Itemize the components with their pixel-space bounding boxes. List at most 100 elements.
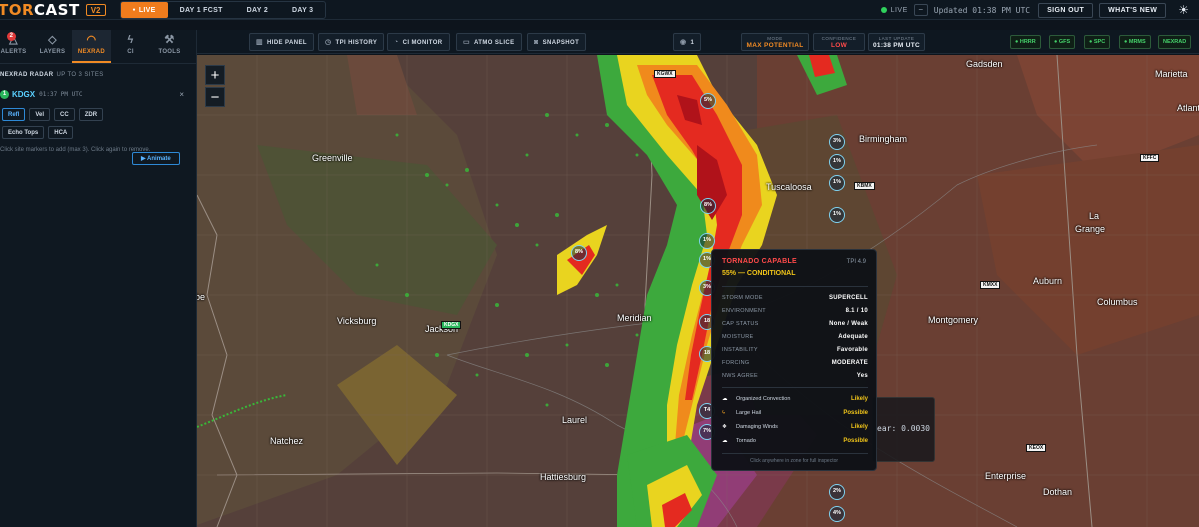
sidebar-tab-tools[interactable]: ⚒ TOOLS <box>150 30 189 63</box>
radar-site-marker[interactable]: KBMX <box>854 182 875 190</box>
sidebar-tab-ci[interactable]: ϟ CI <box>111 30 150 63</box>
radar-site-marker[interactable]: KMXX <box>980 281 1001 289</box>
radar-site-marker[interactable]: KEOX <box>1026 444 1047 452</box>
monitor-icon: ▭ <box>463 39 471 46</box>
popup-footer-hint: Click anywhere in zone for full inspecto… <box>749 458 839 464</box>
source-hrrr-button[interactable]: ● HRRR <box>1010 35 1041 49</box>
factor-organized-convection: ☁ Organized Convection Likely <box>722 396 868 402</box>
popup-row-forcing: FORCING MODERATE <box>722 360 868 366</box>
tpi-marker[interactable]: 8% <box>700 198 716 214</box>
tpi-marker[interactable]: 5% <box>700 93 716 109</box>
popup-title: TORNADO CAPABLE <box>722 258 798 265</box>
hide-panel-button[interactable]: ▥ HIDE PANEL <box>249 33 314 51</box>
sign-out-button[interactable]: SIGN OUT <box>1038 2 1094 18</box>
tpi-marker[interactable]: 3% <box>829 134 845 150</box>
version-badge: V2 <box>85 3 106 16</box>
remove-site-button[interactable]: × <box>179 90 184 99</box>
popup-row-moisture: MOISTURE Adequate <box>722 334 868 340</box>
updated-timestamp: Updated 01:38 PM UTC <box>933 5 1031 15</box>
ci-monitor-button[interactable]: ◔ CI MONITOR <box>387 33 450 51</box>
viewers-button[interactable]: ◉ 1 <box>673 33 702 51</box>
popup-row-instability: INSTABILITY Favorable <box>722 347 868 353</box>
product-hca-button[interactable]: HCA <box>48 126 74 139</box>
atmo-slice-button[interactable]: ▭ ATMO SLICE <box>456 33 522 51</box>
radar-icon: ◠ <box>86 34 97 46</box>
tornado-inspector-popup[interactable]: TORNADO CAPABLE TPI 4.9 55% — CONDITIONA… <box>711 249 877 471</box>
nexrad-panel: NEXRAD RADAR UP TO 3 SITES 1 KDGX 01:37 P… <box>0 72 196 165</box>
tpi-marker[interactable]: 1% <box>829 175 845 191</box>
alerts-count-badge: 2 <box>7 32 16 41</box>
tpi-marker[interactable]: 1% <box>699 233 715 249</box>
tab-live[interactable]: LIVE <box>120 1 168 18</box>
city-label: Atlant <box>1177 103 1199 113</box>
city-label: Columbus <box>1097 297 1138 307</box>
mode-indicator[interactable]: MODE MAX POTENTIAL <box>741 33 809 51</box>
sidebar-tab-nexrad[interactable]: ◠ NEXRAD <box>72 30 111 63</box>
tpi-marker[interactable]: 1% <box>829 207 845 223</box>
tornado-icon: ☁ <box>722 438 728 444</box>
radar-site-marker[interactable]: KGWX <box>654 70 676 78</box>
tpi-marker[interactable]: 4% <box>829 506 845 522</box>
popup-tpi: TPI 4.9 <box>846 259 866 265</box>
city-label: La <box>1089 211 1100 221</box>
city-label: Birmingham <box>859 134 908 144</box>
product-zdr-button[interactable]: ZDR <box>78 108 104 121</box>
popup-row-storm-mode: STORM MODE SUPERCELL <box>722 295 868 301</box>
sun-icon[interactable]: ☀ <box>1178 3 1189 17</box>
nexrad-panel-title: NEXRAD RADAR UP TO 3 SITES <box>0 72 104 78</box>
tpi-marker[interactable]: 2% <box>829 484 845 500</box>
map-canvas[interactable] <box>197 55 1199 527</box>
factor-large-hail: ϟ Large Hail Possible <box>722 410 868 416</box>
gauge-icon: ◔ <box>394 39 399 46</box>
product-refl-button[interactable]: Refl <box>2 108 26 121</box>
tab-day1-forecast[interactable]: DAY 1 FCST <box>168 2 235 18</box>
product-buttons: Refl Vel CC ZDR Echo Tops HCA <box>2 108 130 139</box>
factor-tornado: ☁ Tornado Possible <box>722 438 868 444</box>
wrench-icon: ⚒ <box>164 34 175 46</box>
site-number-badge: 1 <box>0 89 9 99</box>
forecast-tabs: LIVE DAY 1 FCST DAY 2 DAY 3 <box>119 0 327 19</box>
tpi-marker[interactable]: 1% <box>829 154 845 170</box>
sidebar-tab-alerts[interactable]: 2 △ ALERTS <box>0 30 33 63</box>
product-echo-tops-button[interactable]: Echo Tops <box>2 126 45 139</box>
source-mrms-button[interactable]: ● MRMS <box>1119 35 1151 49</box>
camera-icon: ◙ <box>534 39 539 46</box>
bolt-icon: ϟ <box>722 410 725 416</box>
tornado-icon: ☁ <box>722 396 728 402</box>
eye-icon: ◉ <box>680 39 687 46</box>
tab-day3[interactable]: DAY 3 <box>280 2 325 18</box>
city-label: Montgomery <box>928 315 979 325</box>
radar-site-marker-active[interactable]: KDGX <box>441 321 462 329</box>
city-label: Greenville <box>312 153 353 163</box>
radar-site-row[interactable]: 1 KDGX 01:37 PM UTC × <box>0 88 196 100</box>
lightning-icon: ϟ <box>127 34 134 46</box>
whats-new-button[interactable]: WHAT'S NEW <box>1099 2 1167 18</box>
popup-row-nws-agree: NWS AGREE Yes <box>722 373 868 379</box>
app-logo[interactable]: TORCAST <box>0 1 80 19</box>
sidebar-tab-layers[interactable]: ◇ LAYERS <box>33 30 72 63</box>
radar-map[interactable]: + − Gadsden Marietta Atlant Birmingham G… <box>197 55 1199 527</box>
city-label: Vicksburg <box>337 316 377 326</box>
factor-damaging-winds: ❖ Damaging Winds Likely <box>722 424 868 430</box>
city-label: Auburn <box>1033 276 1063 286</box>
source-gfs-button[interactable]: ● GFS <box>1049 35 1076 49</box>
collapse-button[interactable]: − <box>913 4 928 16</box>
panel-icon: ▥ <box>256 39 264 46</box>
radar-site-marker[interactable]: KFFC <box>1140 154 1160 162</box>
nexrad-source-button[interactable]: NEXRAD <box>1158 35 1192 49</box>
city-label: Hattiesburg <box>540 472 587 482</box>
city-label: Marietta <box>1155 69 1188 79</box>
source-spc-button[interactable]: ● SPC <box>1084 35 1111 49</box>
city-label: Grange <box>1075 224 1106 234</box>
zoom-in-button[interactable]: + <box>205 65 225 85</box>
product-vel-button[interactable]: Vel <box>29 108 51 121</box>
tpi-history-button[interactable]: ◷ TPI HISTORY <box>318 33 385 51</box>
tab-day2[interactable]: DAY 2 <box>235 2 280 18</box>
animate-button[interactable]: ▶ Animate <box>132 152 180 165</box>
snapshot-button[interactable]: ◙ SNAPSHOT <box>527 33 587 51</box>
zoom-out-button[interactable]: − <box>205 87 225 107</box>
confidence-indicator: CONFIDENCE LOW <box>813 33 865 51</box>
tpi-marker[interactable]: 8% <box>571 245 587 261</box>
product-cc-button[interactable]: CC <box>54 108 75 121</box>
data-readout-box: ear: 0.0030 <box>872 397 935 462</box>
